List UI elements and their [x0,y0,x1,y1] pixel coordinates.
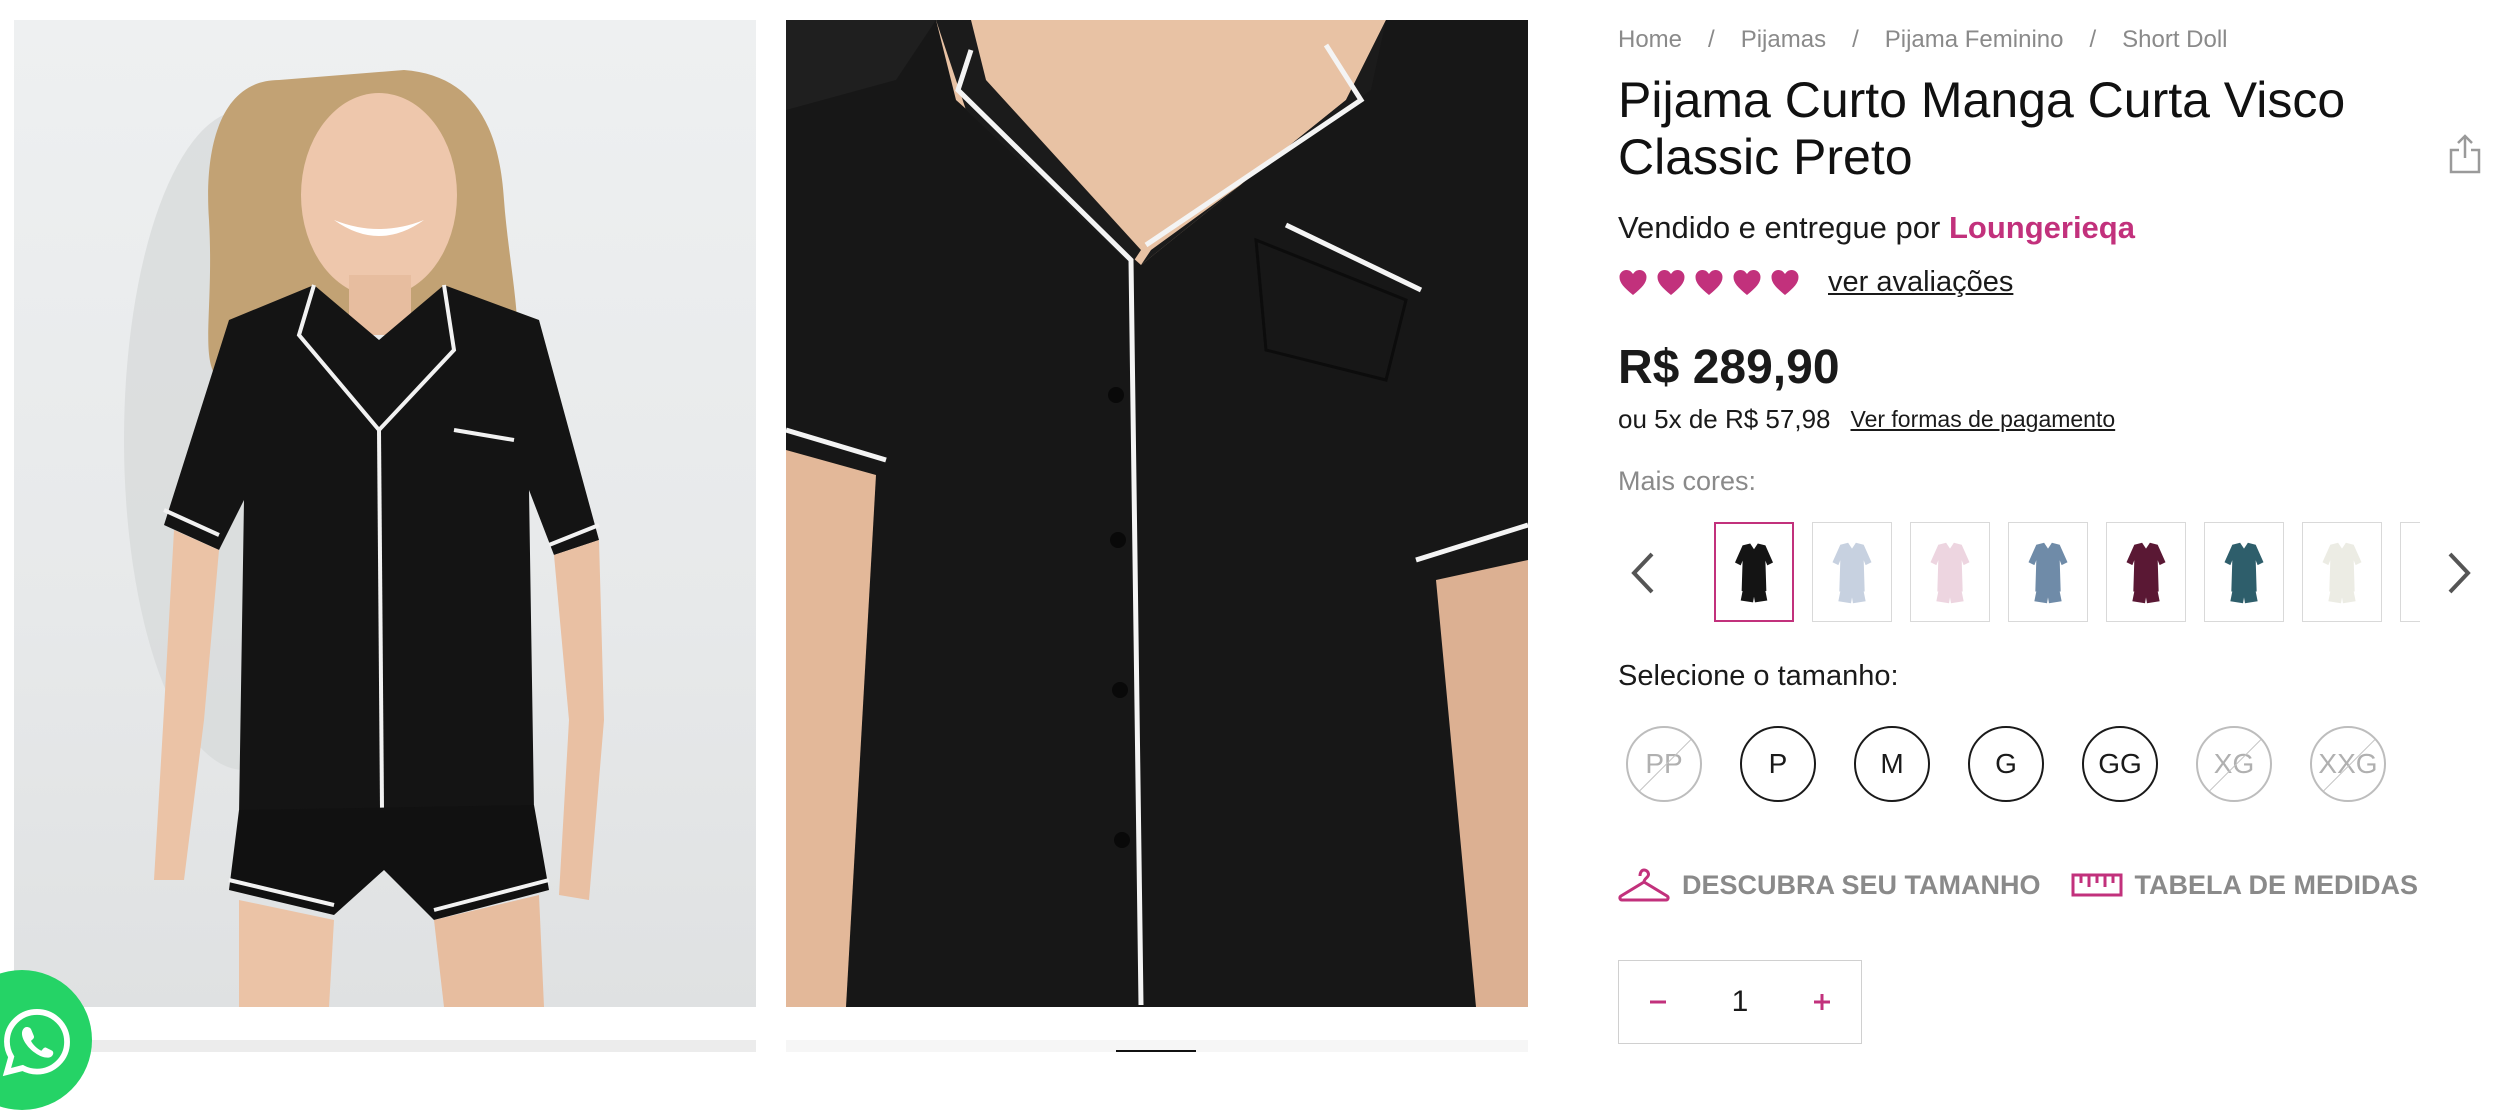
product-photo-detail-image [786,20,1528,1007]
product-photo-model[interactable] [14,20,756,1007]
swatch-thumbnail [2224,542,2264,604]
swatch-thumbnail [2028,542,2068,604]
heart-icon [1771,269,1799,295]
swatch-shorts [1936,591,1964,604]
swatch-thumbnail [2401,523,2420,621]
size-option-p[interactable]: P [1740,726,1816,802]
next-photo-preview[interactable] [14,1040,756,1052]
find-size-label: DESCUBRA SEU TAMANHO [1682,869,2041,900]
heart-icon [1695,269,1723,295]
seller-info: Vendido e entregue por Loungerieqa [1618,210,2135,246]
swatch-shirt [2126,542,2166,592]
swatch-thumbnail [1930,542,1970,604]
hanger-icon [1618,868,1670,902]
size-option-xg[interactable]: XG [2196,726,2272,802]
swatch-shirt [2028,542,2068,592]
chevron-right-icon[interactable] [2440,548,2476,598]
swatch-shorts [1838,591,1866,604]
product-price: R$ 289,90 [1618,341,1840,394]
heart-icon [1619,269,1647,295]
swatch-thumbnail [1832,542,1872,604]
swatch-shorts [2034,591,2062,604]
plus-icon [1814,994,1830,1010]
seller-name-link[interactable]: Loungerieqa [1949,210,2135,245]
swatch-shirt [1832,542,1872,592]
size-helpers: DESCUBRA SEU TAMANHO TABELA DE MEDIDAS [1618,868,2418,902]
color-carousel [1618,520,2494,626]
whatsapp-icon [2,1009,70,1077]
size-option-xxg[interactable]: XXG [2310,726,2386,802]
size-chart-button[interactable]: TABELA DE MEDIDAS [2071,869,2419,901]
color-swatches [1694,520,2420,626]
swatch-thumbnail [2322,542,2362,604]
minus-icon [1650,1000,1666,1004]
color-swatch[interactable] [2302,522,2382,622]
swatch-shorts [2230,591,2258,604]
seller-prefix: Vendido e entregue por [1618,210,1941,245]
color-swatch[interactable] [1714,522,1794,622]
payment-options-link[interactable]: Ver formas de pagamento [1851,406,2116,433]
breadcrumb-separator: / [2089,26,2097,53]
size-option-g[interactable]: G [1968,726,2044,802]
rating: ver avaliações [1618,266,2013,299]
increase-quantity-button[interactable] [1807,987,1837,1017]
chevron-left-icon[interactable] [1626,548,1662,598]
color-swatch[interactable] [1812,522,1892,622]
share-icon[interactable] [2448,134,2482,174]
decrease-quantity-button[interactable] [1643,987,1673,1017]
breadcrumb-short-doll[interactable]: Short Doll [2122,26,2227,54]
color-swatch[interactable] [2008,522,2088,622]
product-photo-model-image [124,70,604,1007]
color-swatch[interactable] [2400,522,2420,622]
color-swatch[interactable] [2204,522,2284,622]
swatch-shirt [1735,543,1773,591]
breadcrumb-separator: / [1852,26,1859,53]
color-swatch[interactable] [1910,522,1990,622]
size-option-pp[interactable]: PP [1626,726,1702,802]
swatch-thumbnail [1735,543,1773,603]
breadcrumb: Home / Pijamas / Pijama Feminino / Short… [1618,26,2228,54]
swatch-shorts [1740,591,1768,603]
heart-icon [1657,269,1685,295]
breadcrumb-pijamas[interactable]: Pijamas [1741,26,1826,54]
product-photo-detail[interactable] [786,20,1528,1007]
size-option-gg[interactable]: GG [2082,726,2158,802]
heart-icon [1733,269,1761,295]
product-title: Pijama Curto Manga Curta Visco Classic P… [1618,72,2346,185]
color-swatch[interactable] [2106,522,2186,622]
swatch-shorts [2132,591,2160,604]
next-photo-preview[interactable] [786,1040,1528,1052]
size-chart-label: TABELA DE MEDIDAS [2134,869,2419,900]
installments-text: ou 5x de R$ 57,98 [1618,404,1831,434]
reviews-link[interactable]: ver avaliações [1828,266,2013,299]
ruler-icon [2071,873,2123,897]
swatch-shirt [2322,542,2362,592]
swatch-shorts [2328,591,2356,604]
quantity-value[interactable]: 1 [1732,985,1749,1019]
breadcrumb-home[interactable]: Home [1618,26,1682,54]
product-info: Home / Pijamas / Pijama Feminino / Short… [1618,0,2494,1052]
swatch-shirt [1930,542,1970,592]
find-size-button[interactable]: DESCUBRA SEU TAMANHO [1618,868,2041,902]
size-option-m[interactable]: M [1854,726,1930,802]
installments: ou 5x de R$ 57,98 Ver formas de pagament… [1618,404,2115,435]
breadcrumb-separator: / [1708,26,1715,53]
swatch-shirt [2224,542,2264,592]
more-colors-label: Mais cores: [1618,466,1757,496]
swatch-thumbnail [2126,542,2166,604]
size-label: Selecione o tamanho: [1618,660,1899,692]
breadcrumb-pijama-feminino[interactable]: Pijama Feminino [1885,26,2064,54]
quantity-stepper: 1 [1618,960,1862,1044]
